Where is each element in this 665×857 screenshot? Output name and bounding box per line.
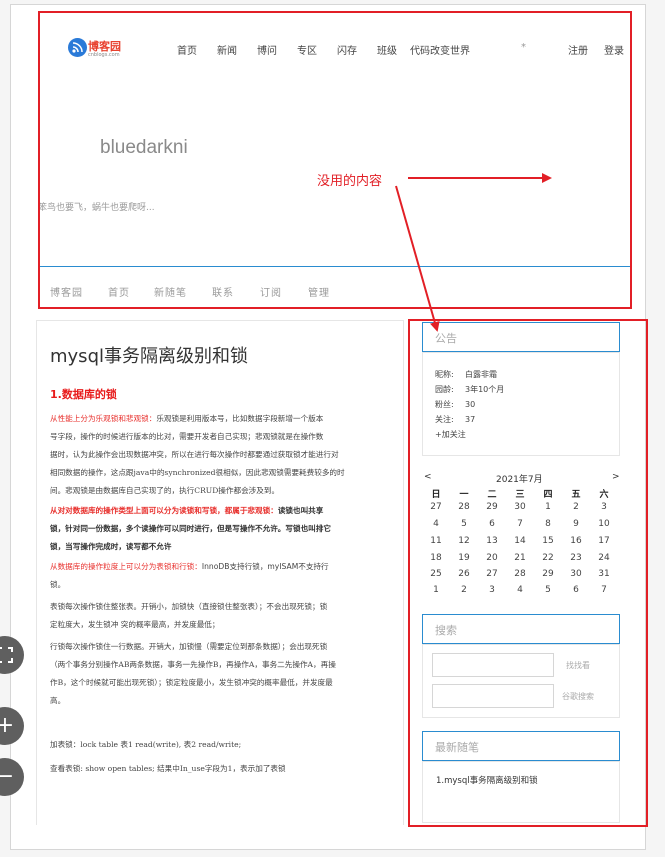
post-title[interactable]: mysql事务隔离级别和锁: [50, 342, 248, 368]
paragraph-table-lock-detail: 表锁每次操作锁住整张表。开销小，加锁快（直接锁住整张表）；不会出现死锁；锁 定粒…: [50, 598, 395, 634]
para1-line-5: 间。悲观锁是由数据库自己实现了的，执行CRUD操作都会涉及到。: [50, 486, 280, 495]
para3-red-lead: 从数据库的操作粒度上可以分为表锁和行锁：: [50, 562, 202, 571]
para1-line-4: 相同数据的操作，这点跟java中的synchronized很相似，因此悲观锁需要…: [50, 468, 345, 477]
para2-red-lead: 从对对数据库的操作类型上面可以分为读锁和写锁，都属于悲观锁：: [50, 506, 278, 515]
para5-line-1: 行锁每次操作锁住一行数据。开销大，加锁慢（需要定位到那条数据）；会出现死锁: [50, 642, 328, 651]
para5-line-4: 高。: [50, 696, 66, 705]
paragraph-optimistic-pessimistic: 从性能上分为乐观锁和悲观锁：乐观锁是利用版本号，比如数据字段新增一个版本 号字段…: [50, 410, 395, 500]
fit-screen-icon: [0, 647, 13, 663]
para3-line-1: InnoDB支持行锁，myISAM不支持行: [201, 562, 329, 571]
para2-line-2: 锁，针对同一份数据，多个读操作可以同时进行，但是写操作不允许。写锁也叫排它: [50, 524, 331, 533]
para1-line-2: 号字段，操作的时候进行版本的比对，需要开发者自己实现；悲观锁就是在操作数: [50, 432, 324, 441]
para3-line-2: 锁。: [50, 580, 66, 589]
para2-line-3: 锁，当写操作完成时，读写都不允许: [50, 542, 172, 551]
annotation-box-sidebar: [408, 319, 648, 827]
para1-red-lead: 从性能上分为乐观锁和悲观锁：: [50, 414, 157, 423]
paragraph-add-table-lock: 加表锁：lock table 表1 read(write), 表2 read/w…: [50, 736, 395, 754]
paragraph-row-lock-detail: 行锁每次操作锁住一行数据。开销大，加锁慢（需要定位到那条数据）；会出现死锁 （两…: [50, 638, 395, 710]
section-heading: 1.数据库的锁: [50, 388, 117, 401]
para5-line-3: 作B，这个时候就可能出现死锁）；锁定粒度最小，发生锁冲突的概率最低，并发度最: [50, 678, 333, 687]
annotation-box-header: [38, 11, 632, 309]
para4-line-2: 定粒度大，发生锁冲 突的概率最高，并发度最低；: [50, 620, 220, 629]
para1-line-1: 乐观锁是利用版本号，比如数据字段新增一个版本: [156, 414, 324, 423]
para2-line-1: 读锁也叫共享: [277, 506, 324, 515]
para4-line-1: 表锁每次操作锁住整张表。开销小，加锁快（直接锁住整张表）；不会出现死锁；锁: [50, 602, 328, 611]
paragraph-table-row-locks: 从数据库的操作粒度上可以分为表锁和行锁：InnoDB支持行锁，myISAM不支持…: [50, 558, 395, 594]
paragraph-read-write-locks: 从对对数据库的操作类型上面可以分为读锁和写锁，都属于悲观锁：读锁也叫共享 锁，针…: [50, 502, 395, 556]
para1-line-3: 据时，认为此操作会出现数据冲突，所以在进行每次操作时都要通过获取锁才能进行对: [50, 450, 339, 459]
para6-text: 加表锁：lock table 表1 read(write), 表2 read/w…: [50, 740, 242, 749]
para7-text: 查看表锁: show open tables; 结果中In_use字段为1，表示…: [50, 764, 286, 773]
paragraph-show-table-lock: 查看表锁: show open tables; 结果中In_use字段为1，表示…: [50, 760, 395, 778]
annotation-label: 没用的内容: [317, 174, 383, 189]
para5-line-2: （两个事务分别操作AB两条数据，事务一先操作B，再操作A，事务二先操作A，再操: [50, 660, 336, 669]
